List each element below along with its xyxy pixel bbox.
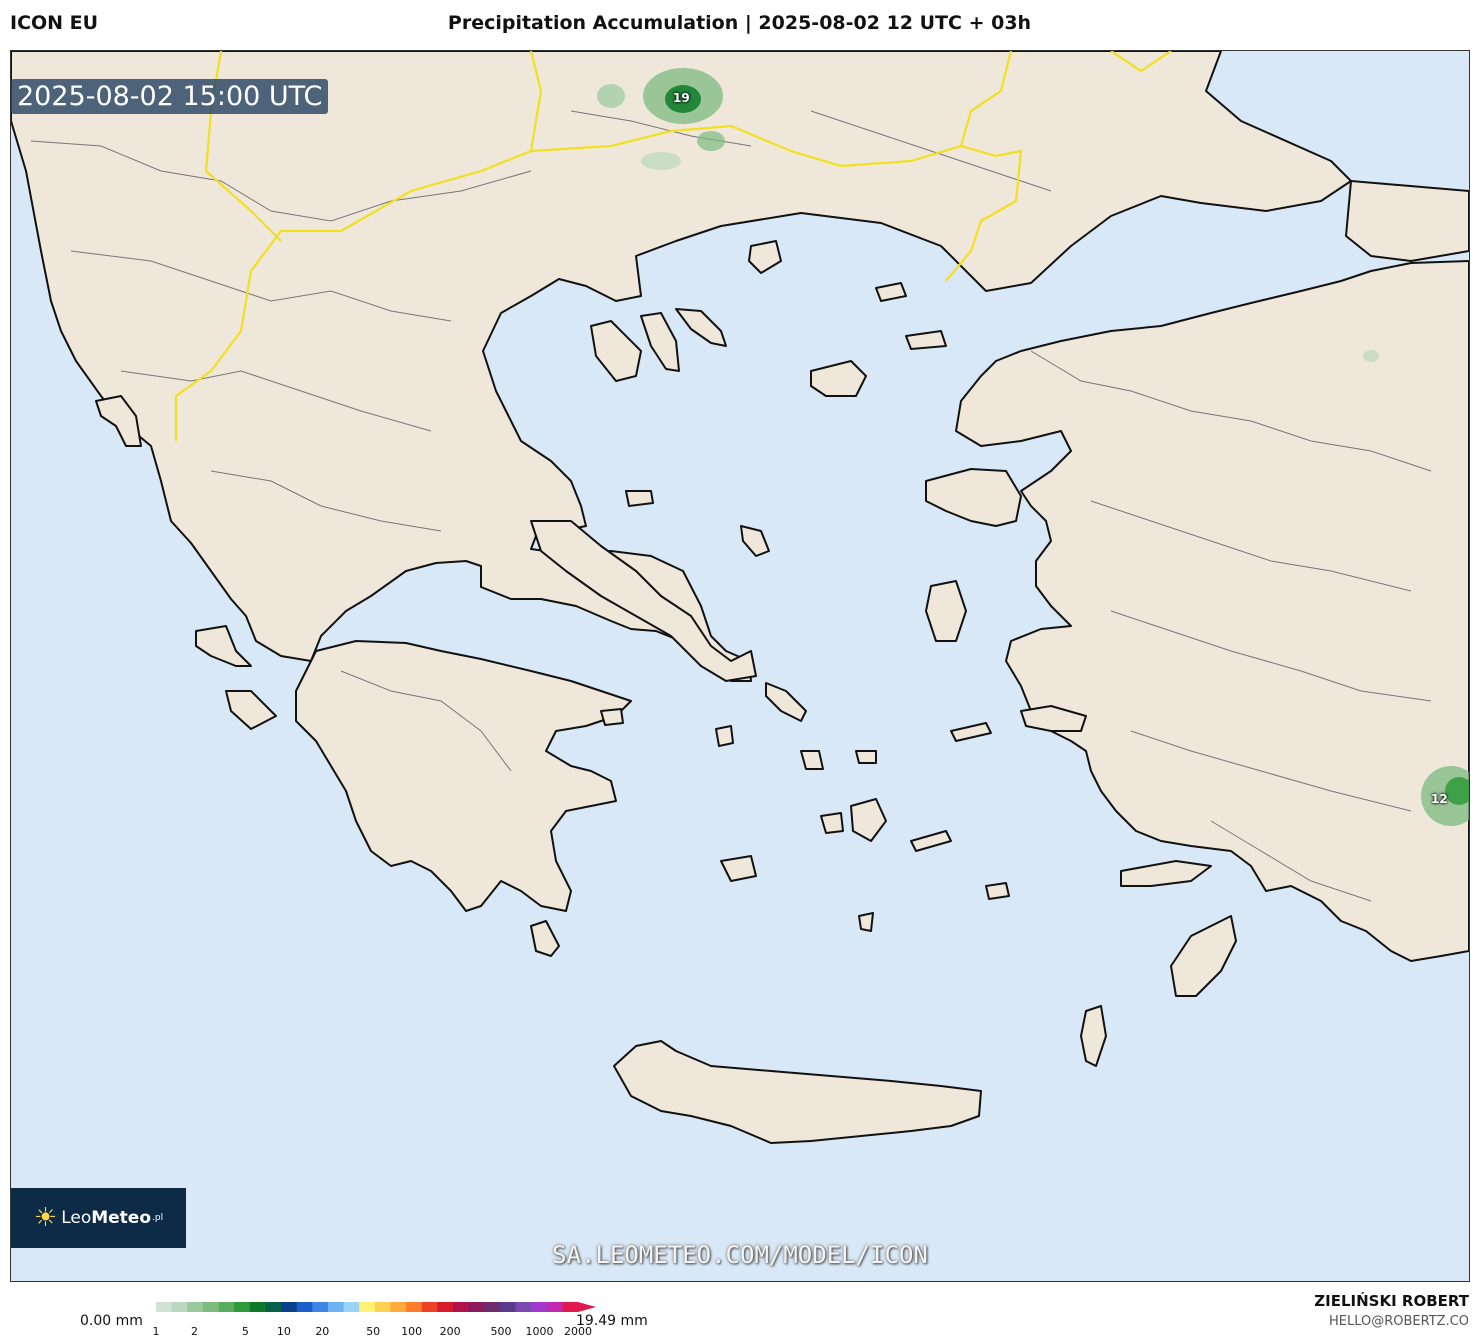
colorbar-segment: [437, 1302, 454, 1312]
legend-tick-label: 10: [276, 1325, 291, 1338]
colorbar-segment: [531, 1302, 548, 1312]
legend-tick-label: 1: [152, 1325, 160, 1338]
legend-max-label: 19.49 mm: [576, 1313, 648, 1329]
colorbar-segment: [327, 1302, 345, 1312]
colorbar-segment: [171, 1302, 188, 1312]
colorbar-segment: [484, 1302, 501, 1312]
cell-label-north: 19: [673, 91, 690, 105]
legend-tick-label: 50: [366, 1325, 381, 1338]
legend-tick-label: 500: [490, 1325, 512, 1338]
watermark-url: SA.LEOMETEO.COM/MODEL/ICON: [552, 1241, 928, 1269]
colorbar-segment: [312, 1302, 329, 1312]
island-sporades: [625, 490, 654, 507]
legend-tick-label: 100: [401, 1325, 423, 1338]
colorbar-segment: [515, 1302, 532, 1312]
logo-text-light: Leo: [61, 1208, 92, 1228]
colorbar-segment: [452, 1302, 470, 1312]
author-email[interactable]: HELLO@ROBERTZ.CO: [1329, 1314, 1469, 1329]
author-name: ZIELIŃSKI ROBERT: [1314, 1292, 1469, 1310]
colorbar-segment: [296, 1302, 313, 1312]
colorbar-segment: [390, 1302, 407, 1312]
legend-tick-label: 2: [190, 1325, 198, 1338]
sun-icon: ☀: [33, 1203, 58, 1233]
colorbar-segment: [281, 1302, 298, 1312]
leometeo-logo[interactable]: ☀ Leo Meteo .pl: [11, 1188, 186, 1248]
colorbar-segment: [406, 1302, 423, 1312]
island-astypalaia: [985, 882, 1010, 900]
colorbar-segment: [234, 1302, 251, 1312]
island-santorini: [858, 912, 874, 932]
colorbar-segment: [187, 1302, 204, 1312]
valid-time-badge: 2025-08-02 15:00 UTC: [11, 79, 329, 114]
colorbar-segment: [249, 1302, 266, 1312]
island-tinos: [800, 750, 824, 770]
legend-colorbar: [156, 1302, 596, 1312]
legend-tick-label: 5: [241, 1325, 249, 1338]
colorbar-segment: [468, 1302, 485, 1312]
island-kea: [715, 725, 734, 747]
colorbar-extend-arrow: [578, 1302, 596, 1312]
colorbar-segment: [359, 1302, 376, 1312]
colorbar-segment: [374, 1302, 391, 1312]
colorbar-segment: [343, 1302, 360, 1312]
chart-title: Precipitation Accumulation | 2025-08-02 …: [447, 12, 1032, 34]
map-svg: [11, 51, 1469, 1281]
island-chios: [925, 580, 967, 642]
island-mykonos: [855, 750, 877, 764]
legend-tick-label: 200: [439, 1325, 461, 1338]
legend-tick-label: 20: [315, 1325, 330, 1338]
logo-suffix: .pl: [152, 1213, 164, 1223]
colorbar-segment: [562, 1302, 579, 1312]
colorbar-segment: [421, 1302, 438, 1312]
island-aegina: [600, 708, 624, 726]
colorbar-segment: [265, 1302, 282, 1312]
cell-label-east: 12: [1431, 792, 1448, 806]
logo-text-bold: Meteo: [91, 1208, 152, 1228]
island-paros: [820, 812, 844, 834]
colorbar-segment: [546, 1302, 563, 1312]
legend-tick-label: 1000: [525, 1325, 554, 1338]
colorbar-segment: [202, 1302, 220, 1312]
colorbar-segment: [499, 1302, 516, 1312]
colorbar-segment: [156, 1302, 173, 1312]
land-thrace: [1345, 180, 1469, 262]
map-panel[interactable]: 2025-08-02 15:00 UTC 19 12 ☀ Leo Meteo .pl…: [10, 50, 1470, 1282]
legend-min-label: 0.00 mm: [80, 1313, 143, 1329]
colorbar-segment: [218, 1302, 235, 1312]
